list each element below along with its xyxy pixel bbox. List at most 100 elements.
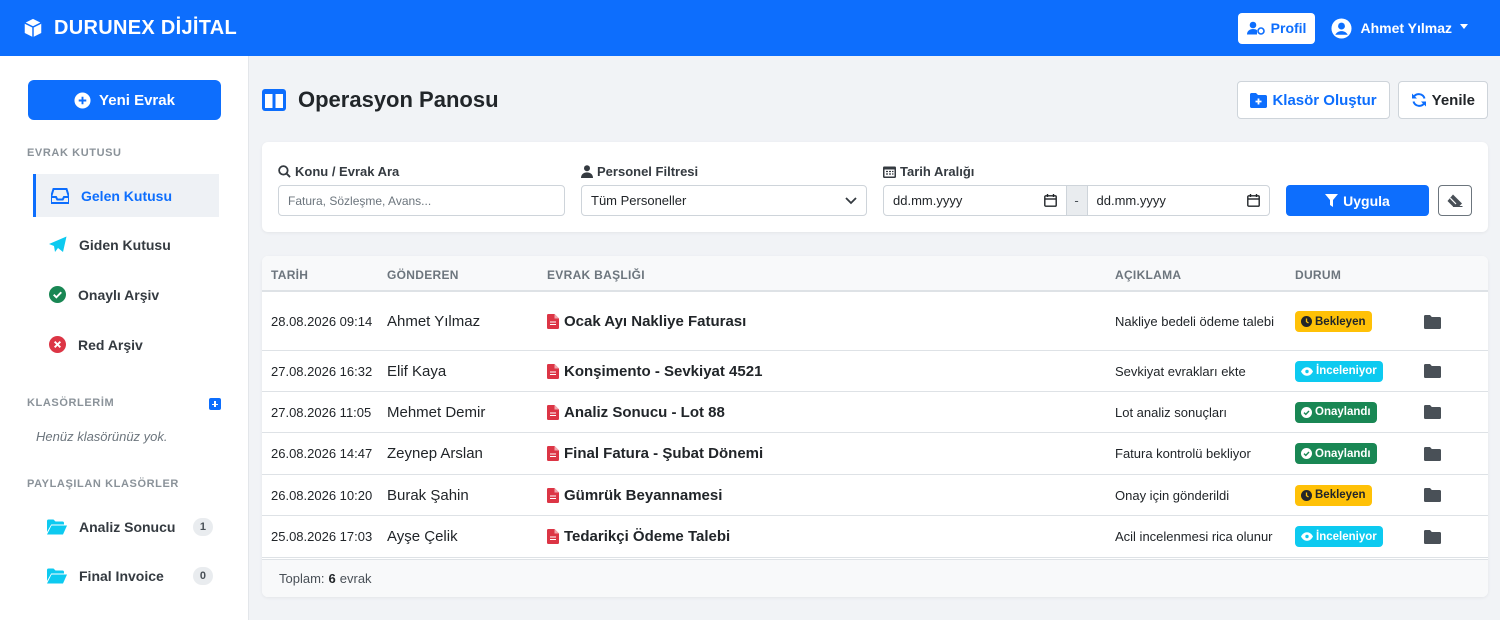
clock-icon (1301, 489, 1312, 501)
status-text: Onaylandı (1315, 406, 1371, 418)
row-status: İnceleniyor (1295, 516, 1383, 557)
clock-icon (1301, 316, 1312, 327)
move-to-folder-button[interactable] (1424, 351, 1441, 391)
search-icon (278, 165, 291, 178)
refresh-button[interactable]: Yenile (1397, 81, 1488, 119)
folder-count-badge: 1 (192, 518, 213, 536)
folder-icon (1424, 529, 1441, 544)
inbox-icon (51, 187, 69, 204)
table-row[interactable]: 27.08.2026 16:32 Elif Kaya Konşimento - Se… (262, 351, 1488, 392)
col-title-header[interactable]: EVRAK BAŞLIĞI (547, 268, 645, 282)
date-label: Tarih Aralığı (900, 164, 975, 179)
table-row[interactable]: 27.08.2026 11:05 Mehmet Demir Analiz Sonuc… (262, 392, 1488, 433)
row-description: Fatura kontrolü bekliyor (1115, 433, 1285, 474)
row-description: Lot analiz sonuçları (1115, 392, 1285, 432)
move-to-folder-button[interactable] (1424, 516, 1441, 557)
row-title-link[interactable]: Ocak Ayı Nakliye Faturası (547, 293, 746, 350)
check-circle-icon (49, 286, 66, 303)
row-title: Tedarikçi Ödeme Talebi (564, 528, 731, 545)
columns-icon (262, 89, 286, 111)
row-status: Onaylandı (1295, 392, 1377, 432)
apply-filter-button[interactable]: Uygula (1286, 185, 1429, 216)
staff-label: Personel Filtresi (597, 164, 699, 179)
chevron-down-icon (1460, 23, 1468, 29)
folder-icon (1424, 446, 1441, 461)
row-date: 25.08.2026 17:03 (271, 529, 373, 544)
file-pdf-icon (547, 529, 559, 544)
user-circle-icon (1331, 17, 1352, 39)
top-navbar: DURUNEX DİJİTAL Profil Ahmet Yılmaz (0, 0, 1500, 56)
shared-folder-item[interactable]: Analiz Sonucu 1 (33, 512, 213, 542)
create-folder-label: Klasör Oluştur (1272, 91, 1377, 109)
check-circle-icon (1301, 406, 1312, 418)
row-title-link[interactable]: Konşimento - Sevkiyat 4521 (547, 351, 762, 391)
search-label-row: Konu / Evrak Ara (278, 164, 399, 179)
move-to-folder-button[interactable] (1424, 293, 1441, 350)
user-tie-icon (581, 165, 593, 178)
sidebar-item-rejected[interactable]: Red Arşiv (33, 323, 219, 366)
table-row[interactable]: 28.08.2026 09:14 Ahmet Yılmaz Ocak Ayı Nak… (262, 293, 1488, 351)
apply-label: Uygula (1343, 192, 1390, 209)
date-from-input[interactable]: dd.mm.yyyy (884, 186, 1066, 215)
col-sender-header[interactable]: GÖNDEREN (387, 268, 459, 282)
add-folder-icon[interactable] (209, 398, 221, 410)
user-menu[interactable]: Ahmet Yılmaz (1331, 17, 1468, 39)
status-badge: Bekleyen (1295, 311, 1372, 332)
col-date-header[interactable]: TARİH (271, 268, 308, 282)
total-label: Toplam: (279, 571, 325, 586)
row-title-link[interactable]: Gümrük Beyannamesi (547, 475, 722, 515)
sidebar-item-label: Giden Kutusu (79, 236, 171, 253)
date-separator: - (1065, 186, 1088, 215)
date-label-row: Tarih Aralığı (883, 164, 974, 179)
clear-filter-button[interactable] (1438, 185, 1472, 216)
search-input[interactable]: Fatura, Sözleşme, Avans... (278, 185, 565, 216)
staff-select[interactable]: Tüm Personeller (581, 185, 867, 216)
table-row[interactable]: 25.08.2026 17:03 Ayşe Çelik Tedarikçi Ödem… (262, 516, 1488, 558)
shared-folder-label: Analiz Sonucu (79, 519, 176, 535)
move-to-folder-button[interactable] (1424, 475, 1441, 515)
table-header: TARİH GÖNDEREN EVRAK BAŞLIĞI AÇIKLAMA DU… (262, 256, 1488, 292)
move-to-folder-button[interactable] (1424, 392, 1441, 432)
file-pdf-icon (547, 404, 559, 420)
inbox-section-title: EVRAK KUTUSU (27, 147, 122, 159)
sidebar-item-approved[interactable]: Onaylı Arşiv (33, 273, 219, 316)
status-badge: İnceleniyor (1295, 360, 1383, 382)
documents-table: TARİH GÖNDEREN EVRAK BAŞLIĞI AÇIKLAMA DU… (262, 256, 1488, 597)
table-row[interactable]: 26.08.2026 10:20 Burak Şahin Gümrük Beyann… (262, 475, 1488, 516)
check-circle-icon (1301, 448, 1312, 459)
sidebar-item-outbox[interactable]: Giden Kutusu (33, 223, 219, 266)
file-pdf-icon (547, 314, 559, 329)
sidebar-item-label: Gelen Kutusu (81, 187, 173, 204)
folder-plus-icon (1250, 92, 1268, 108)
row-sender: Mehmet Demir (387, 403, 486, 421)
row-status: Bekleyen (1295, 475, 1372, 515)
date-to-input[interactable]: dd.mm.yyyy (1088, 186, 1270, 215)
row-title-link[interactable]: Analiz Sonucu - Lot 88 (547, 392, 725, 432)
table-row[interactable]: 26.08.2026 14:47 Zeynep Arslan Final Fatur… (262, 433, 1488, 475)
row-date: 27.08.2026 16:32 (271, 363, 373, 379)
row-title-link[interactable]: Tedarikçi Ödeme Talebi (547, 516, 730, 557)
shared-folder-item[interactable]: Final Invoice 0 (33, 561, 213, 591)
new-document-button[interactable]: Yeni Evrak (28, 80, 221, 120)
eye-icon (1301, 366, 1313, 376)
profile-button[interactable]: Profil (1237, 12, 1316, 44)
calendar-icon (1247, 194, 1260, 207)
file-pdf-icon (547, 363, 559, 379)
create-folder-button[interactable]: Klasör Oluştur (1237, 81, 1390, 119)
row-title: Konşimento - Sevkiyat 4521 (564, 362, 763, 380)
table-footer: Toplam: 6 evrak (262, 559, 1488, 597)
row-title-link[interactable]: Final Fatura - Şubat Dönemi (547, 433, 763, 474)
page-header: Operasyon Panosu Klasör Oluştur Yenile (262, 80, 1488, 120)
folder-icon (1424, 488, 1441, 502)
move-to-folder-button[interactable] (1424, 433, 1441, 474)
sidebar-item-inbox[interactable]: Gelen Kutusu (33, 174, 219, 217)
col-desc-header[interactable]: AÇIKLAMA (1115, 268, 1181, 282)
row-description: Onay için gönderildi (1115, 475, 1285, 515)
col-status-header[interactable]: DURUM (1295, 268, 1341, 282)
refresh-icon (1411, 93, 1426, 107)
calendar-icon (1043, 194, 1057, 207)
search-placeholder: Fatura, Sözleşme, Avans... (288, 193, 432, 208)
brand[interactable]: DURUNEX DİJİTAL (22, 17, 237, 40)
user-name: Ahmet Yılmaz (1360, 20, 1452, 36)
row-desc-text: Lot analiz sonuçları (1115, 404, 1228, 420)
